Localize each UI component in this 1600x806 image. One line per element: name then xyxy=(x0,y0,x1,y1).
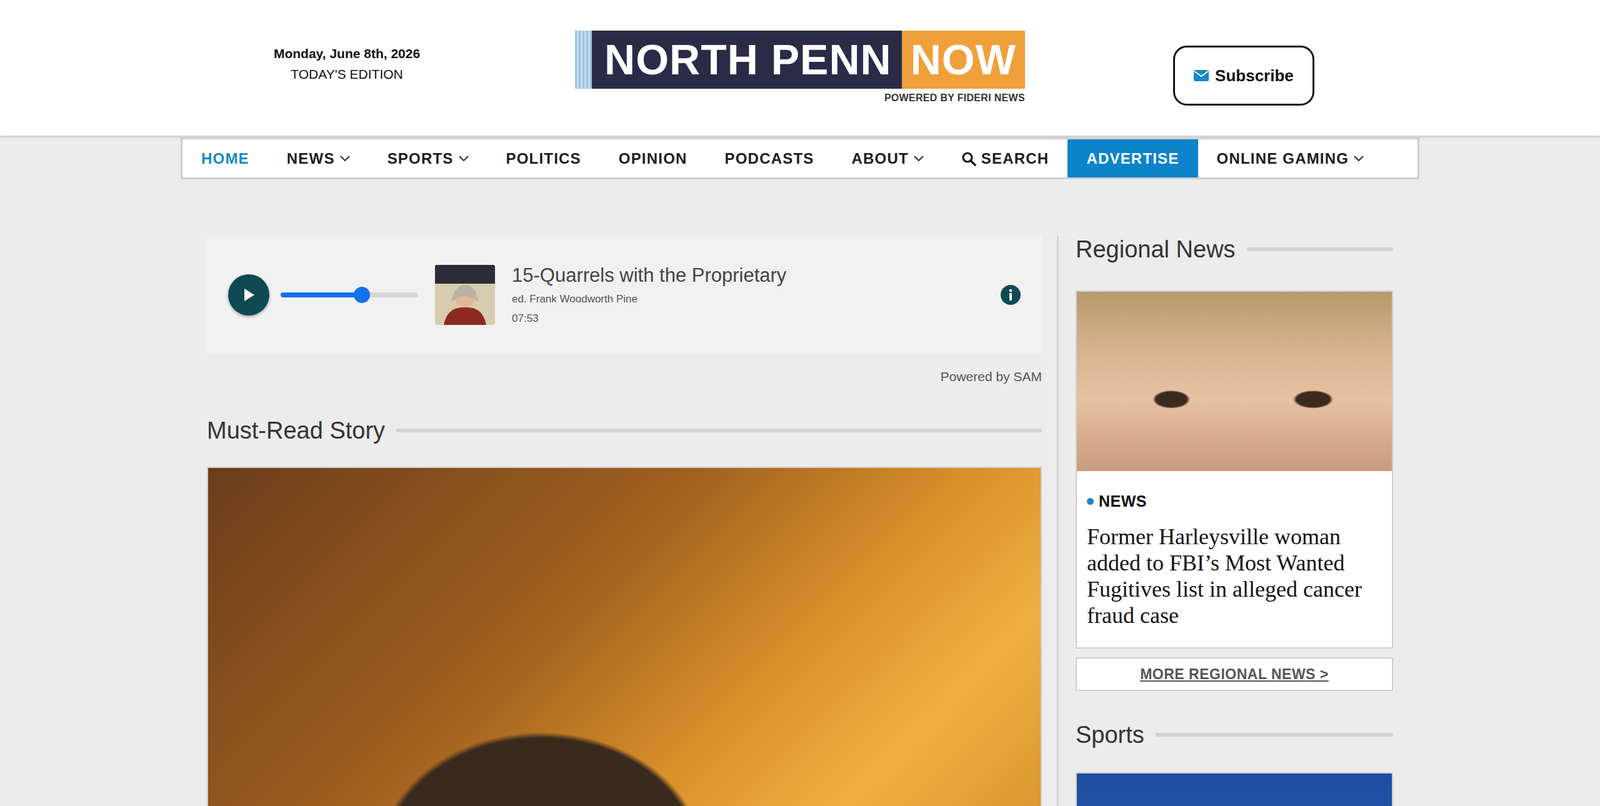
subscribe-area: Subscribe xyxy=(1025,30,1425,106)
chevron-down-icon xyxy=(1353,155,1364,162)
nav-label: OPINION xyxy=(618,147,688,170)
section-rule xyxy=(1246,247,1394,252)
section-header: Regional News xyxy=(1075,235,1394,264)
edition-info: Monday, June 8th, 2026TODAY'S EDITION xyxy=(175,30,575,106)
feature-image[interactable] xyxy=(206,466,1042,806)
logo-tagline: POWERED BY FIDERI NEWS xyxy=(884,90,1025,106)
seek-handle[interactable] xyxy=(353,286,370,304)
logo-mark: NORTH PENNNOW xyxy=(575,30,1025,89)
section-rule xyxy=(396,428,1042,433)
news-headline: Former Harleysville woman added to FBI’s… xyxy=(1086,523,1382,629)
news-image xyxy=(1076,291,1392,472)
nav-label: SEARCH xyxy=(981,147,1050,170)
section-rule xyxy=(1155,733,1394,737)
nav-label: ONLINE GAMING xyxy=(1216,147,1350,170)
nav-item[interactable]: NEWS xyxy=(268,139,369,178)
nav-item[interactable]: ONLINE GAMING xyxy=(1198,139,1384,178)
nav-label: ADVERTISE xyxy=(1086,147,1179,170)
edition-label: TODAY'S EDITION xyxy=(175,63,519,85)
main-column: 15-Quarrels with the Proprietary ed. Fran… xyxy=(206,235,1042,806)
section-title: Must-Read Story xyxy=(206,416,385,445)
nav-label: POLITICS xyxy=(506,147,582,170)
book-cover-image xyxy=(435,265,495,325)
track-duration: 07:53 xyxy=(511,310,787,327)
chevron-down-icon xyxy=(458,155,469,162)
track-author: ed. Frank Woodworth Pine xyxy=(511,291,787,308)
nav-item[interactable]: SEARCH xyxy=(942,139,1069,178)
nav-label: ABOUT xyxy=(851,147,909,170)
sidebar: Regional News NEWS Former Harleysville wom… xyxy=(1056,235,1394,806)
search-icon xyxy=(961,151,977,167)
nav-label: HOME xyxy=(201,147,250,170)
audio-player: 15-Quarrels with the Proprietary ed. Fran… xyxy=(206,235,1042,355)
section-title: Sports xyxy=(1075,721,1145,749)
nav-item[interactable]: SPORTS xyxy=(368,139,488,178)
more-regional-button[interactable]: MORE REGIONAL NEWS > xyxy=(1075,657,1394,692)
play-button[interactable] xyxy=(228,274,270,316)
player-credit: Powered by SAM xyxy=(206,366,1042,387)
chevron-down-icon xyxy=(913,155,924,162)
nav-item[interactable]: OPINION xyxy=(600,139,707,178)
nav-item[interactable]: ABOUT xyxy=(833,139,943,178)
chevron-down-icon xyxy=(340,155,350,162)
header-bar: Monday, June 8th, 2026TODAY'S EDITIONNOR… xyxy=(175,0,1425,106)
nav-label: NEWS xyxy=(286,147,335,170)
news-card-body: NEWS Former Harleysville woman added to F… xyxy=(1076,471,1392,648)
info-icon[interactable] xyxy=(1000,285,1021,305)
page-content: 15-Quarrels with the Proprietary ed. Fran… xyxy=(206,235,1394,806)
news-card[interactable]: NEWS Former Harleysville woman added to F… xyxy=(1075,290,1394,649)
section-header: Must-Read Story xyxy=(206,416,1042,445)
main-nav: HOME NEWS SPORTS POLITICS OPINION PODCASTS ABO… xyxy=(180,137,1420,180)
category-dot xyxy=(1086,498,1094,505)
category-tag: NEWS xyxy=(1086,490,1382,514)
category-label: NEWS xyxy=(1098,490,1147,514)
nav-label: PODCASTS xyxy=(725,147,815,170)
nav-item[interactable]: PODCASTS xyxy=(706,139,834,178)
track-info: 15-Quarrels with the Proprietary ed. Fran… xyxy=(511,263,787,327)
nav-label: SPORTS xyxy=(387,147,454,170)
seek-fill xyxy=(280,292,362,298)
section-header: Sports xyxy=(1075,721,1394,749)
section-title: Regional News xyxy=(1075,235,1236,264)
site-header: Monday, June 8th, 2026TODAY'S EDITIONNOR… xyxy=(0,0,1600,136)
logo-accent: NOW xyxy=(901,30,1025,89)
nav-item[interactable]: HOME xyxy=(182,139,269,178)
envelope-icon xyxy=(1193,70,1209,82)
play-icon xyxy=(241,287,256,303)
logo-strip xyxy=(575,30,592,89)
subscribe-button[interactable]: Subscribe xyxy=(1173,45,1315,106)
track-title: 15-Quarrels with the Proprietary xyxy=(511,263,787,288)
date-label: Monday, June 8th, 2026 xyxy=(175,43,519,64)
logo-name: NORTH PENN xyxy=(591,30,902,89)
nav-item[interactable]: ADVERTISE xyxy=(1067,139,1198,178)
seek-slider[interactable] xyxy=(280,292,419,298)
site-logo[interactable]: NORTH PENNNOWPOWERED BY FIDERI NEWS xyxy=(575,30,1025,106)
sports-image[interactable] xyxy=(1075,772,1394,806)
subscribe-label: Subscribe xyxy=(1215,63,1294,89)
nav-item[interactable]: POLITICS xyxy=(487,139,600,178)
